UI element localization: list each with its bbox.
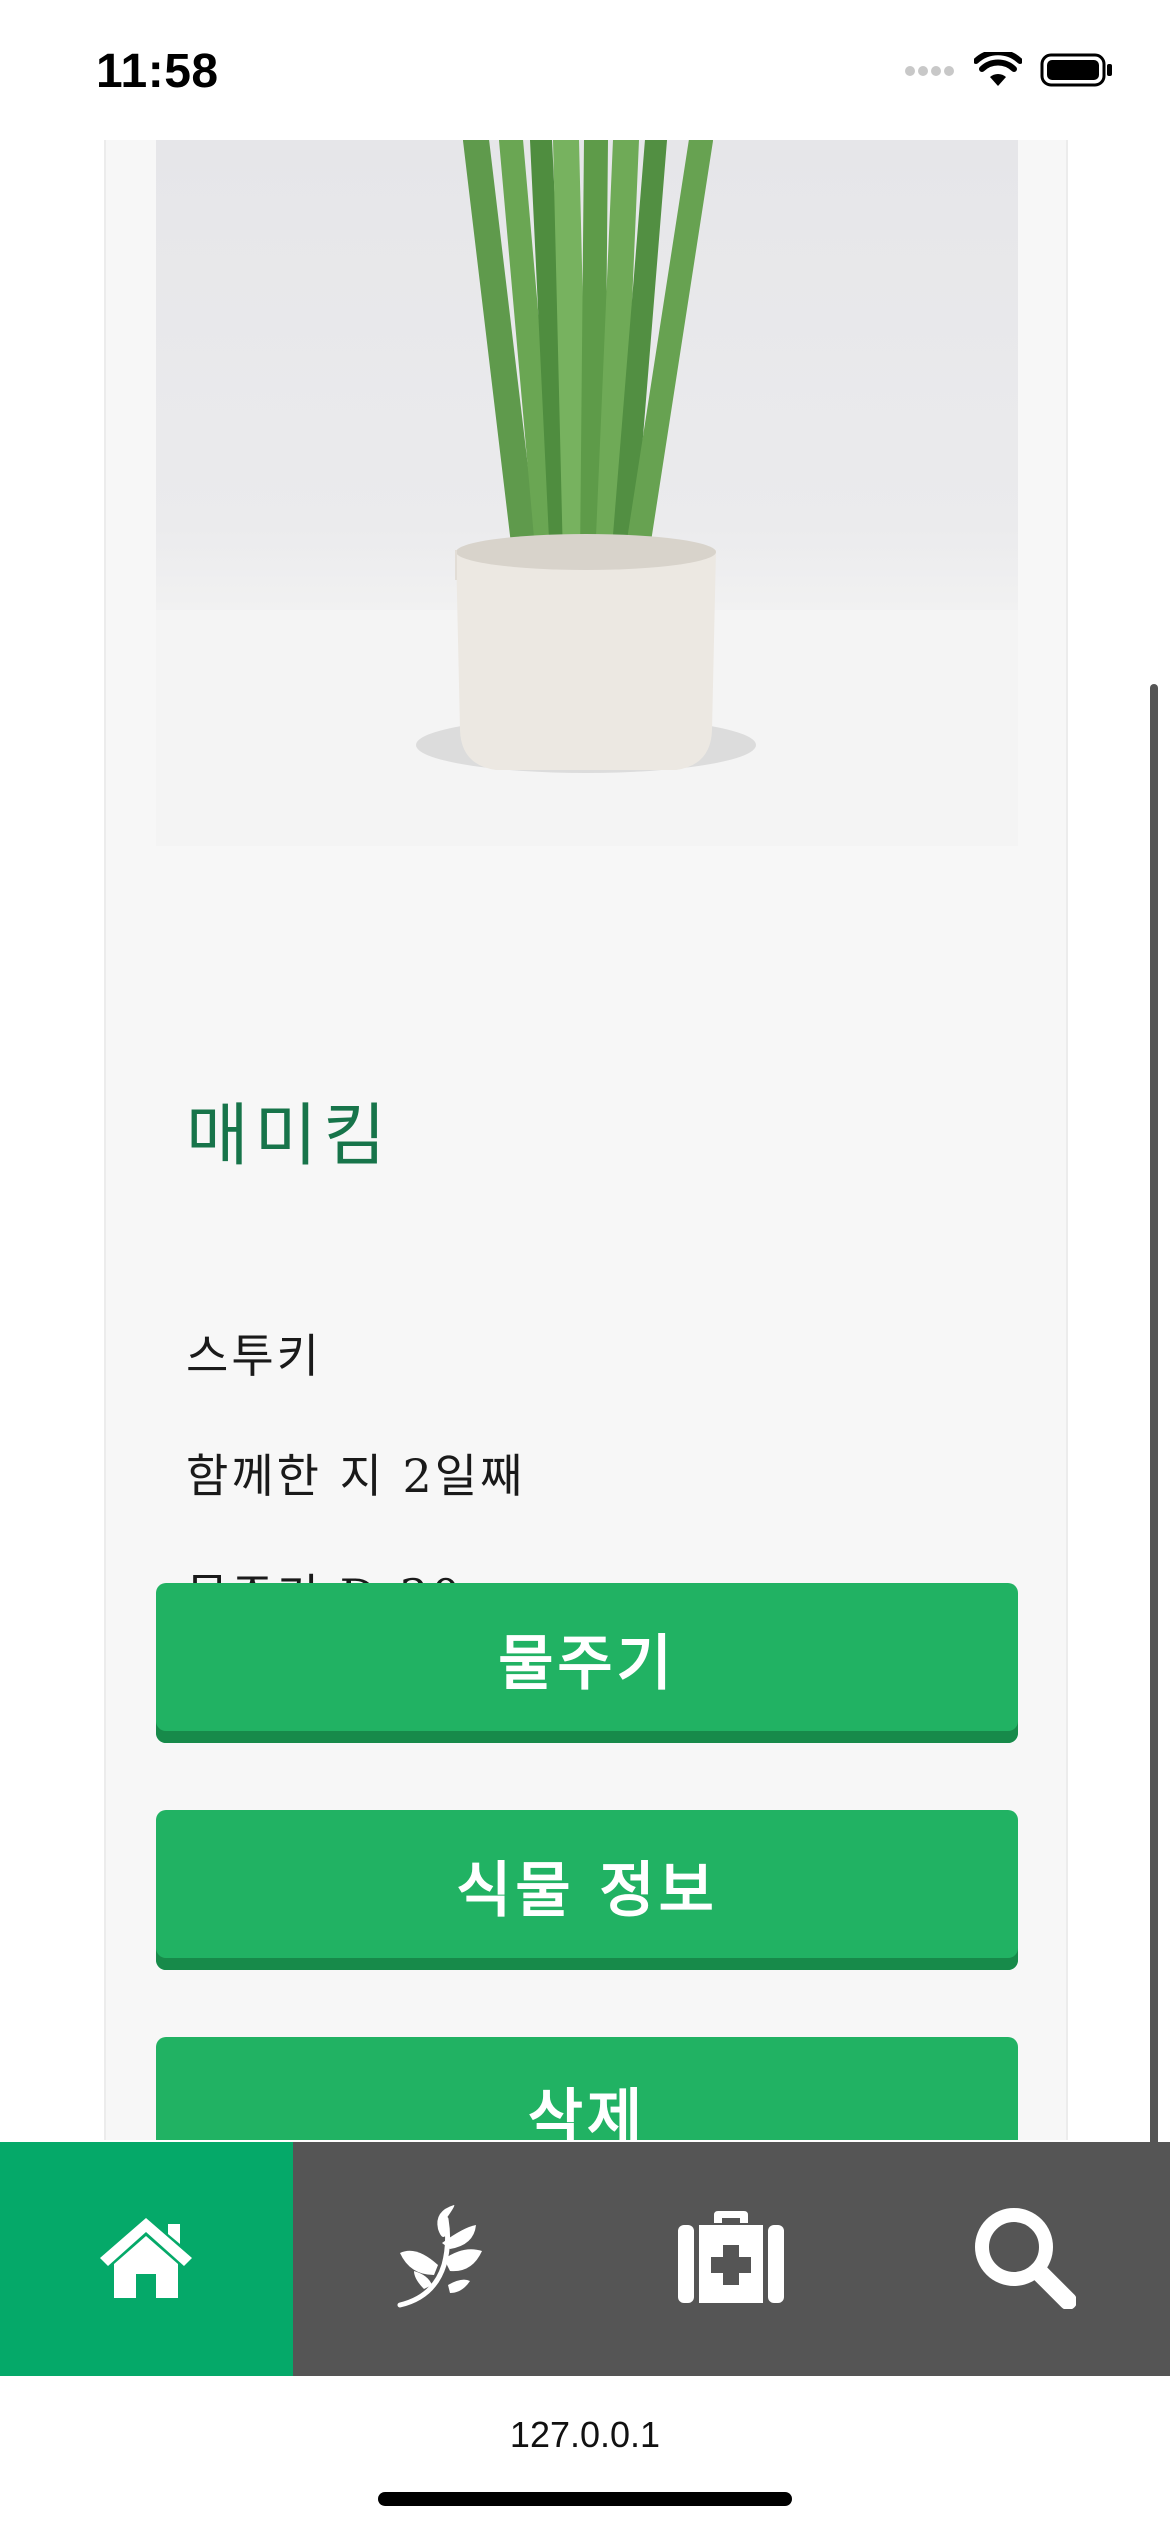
plant-card: 매미킴 스투키 함께한 지 2일째 물주기 D-30 물주기 식물 정보 삭제 (104, 140, 1068, 2140)
status-icons (904, 49, 1114, 92)
delete-button[interactable]: 삭제 (156, 2037, 1018, 2140)
home-indicator (378, 2492, 792, 2506)
plant-photo (156, 140, 1018, 846)
tab-home[interactable] (0, 2142, 293, 2376)
plant-name: 매미킴 (186, 1097, 392, 1176)
page-scrollbar[interactable] (1150, 684, 1158, 2374)
days-together: 함께한 지 2일째 (186, 1449, 526, 1503)
tab-health[interactable] (585, 2142, 878, 2376)
wifi-icon (973, 49, 1023, 92)
plant-info-button[interactable]: 식물 정보 (156, 1810, 1018, 1970)
cellular-signal-icon (904, 63, 956, 82)
water-button[interactable]: 물주기 (156, 1583, 1018, 1743)
url-text[interactable]: 127.0.0.1 (0, 2414, 1170, 2456)
tab-search[interactable] (878, 2142, 1170, 2376)
home-icon (96, 2214, 196, 2304)
app-screen: 11:58 매미킴 스투키 함께한 지 2일째 물주기 식물 정보 삭제 127… (0, 0, 1170, 2532)
plant-species: 스투키 (186, 1329, 322, 1383)
tab-plants[interactable] (293, 2142, 586, 2376)
status-bar: 11:58 (0, 0, 1170, 140)
browser-address-bar: 127.0.0.1 (0, 2376, 1170, 2532)
bottom-tab-bar (0, 2142, 1170, 2376)
first-aid-kit-icon (676, 2209, 786, 2309)
status-time: 11:58 (96, 45, 219, 98)
search-icon (972, 2205, 1077, 2313)
plant-leaf-icon (394, 2205, 484, 2313)
battery-icon (1040, 53, 1114, 91)
